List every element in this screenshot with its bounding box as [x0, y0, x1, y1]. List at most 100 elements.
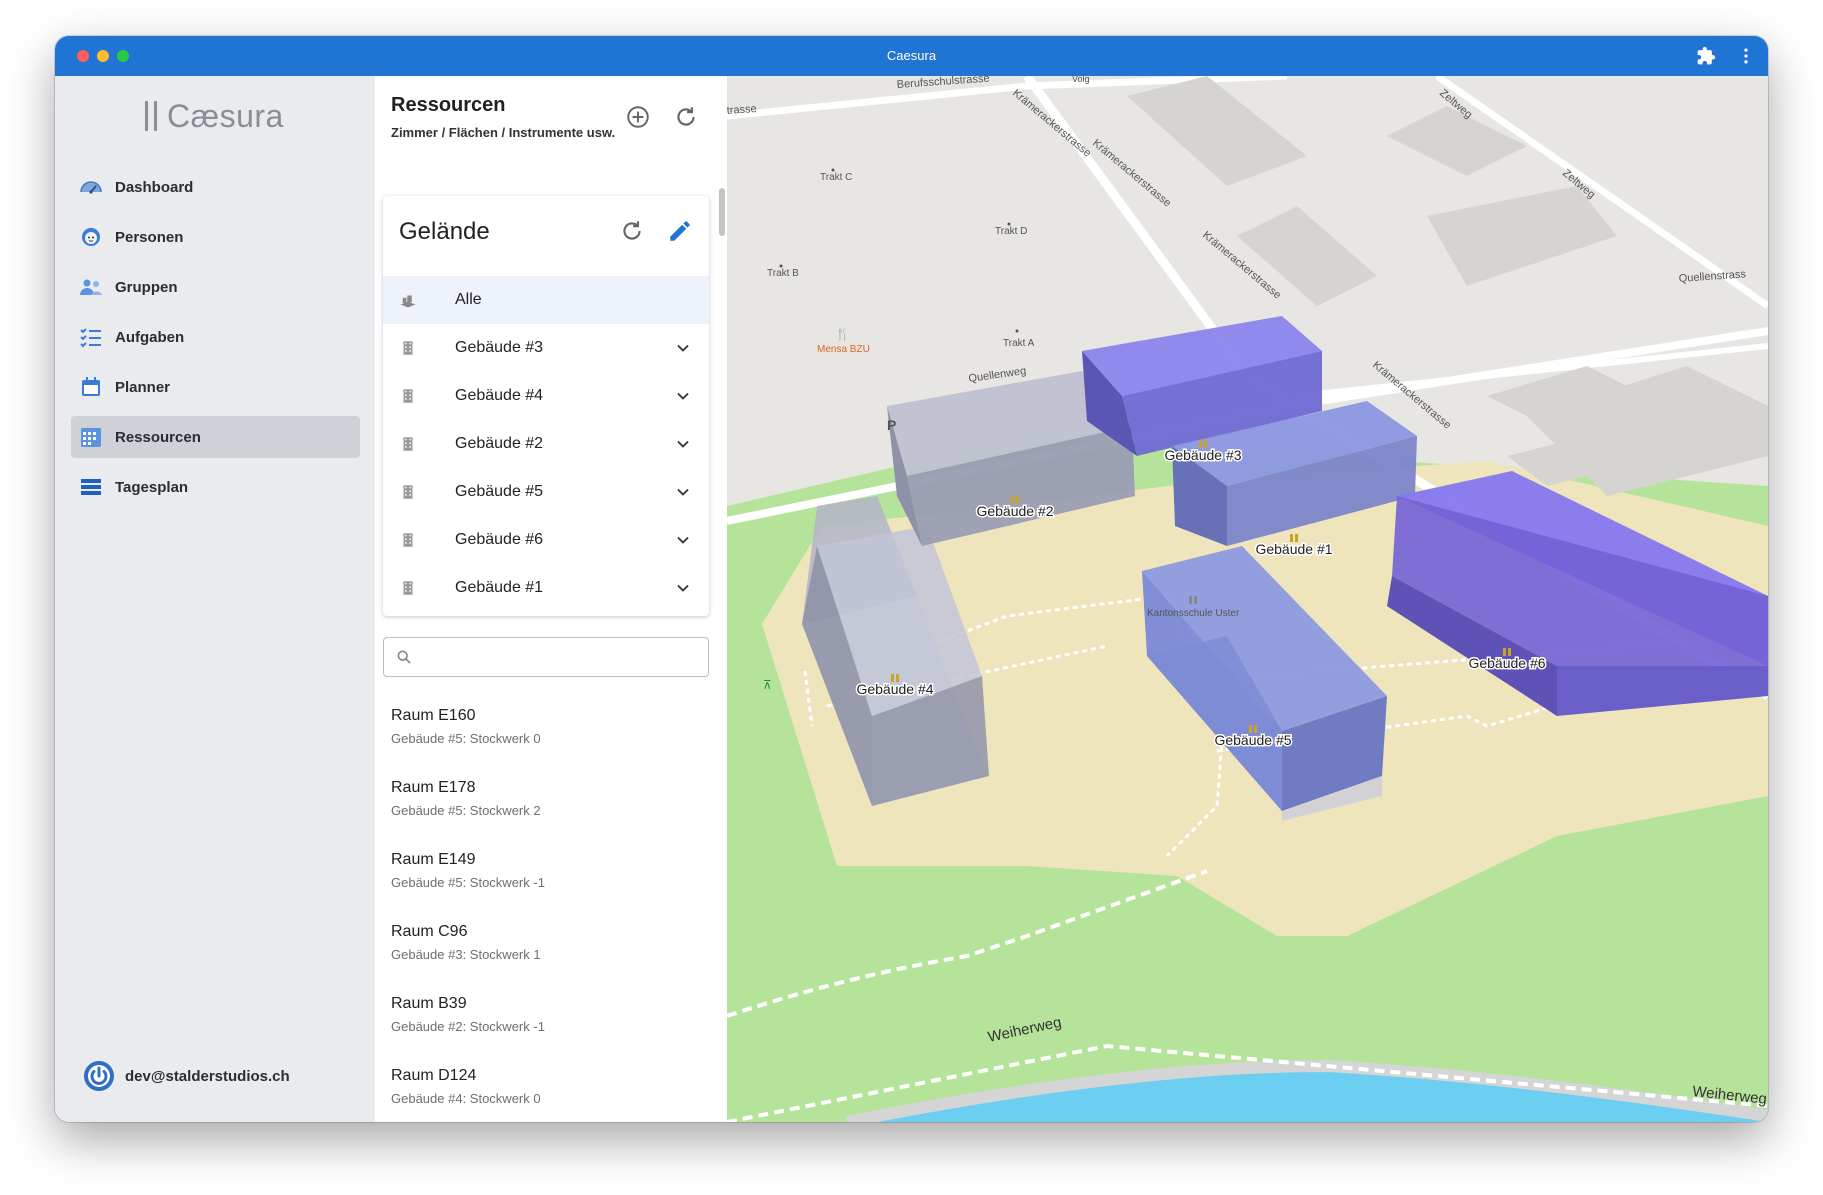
edit-site-button[interactable] [667, 218, 693, 244]
building-icon [403, 341, 413, 355]
resources-icon [81, 428, 101, 447]
refresh-resources-button[interactable] [673, 104, 699, 130]
room-name: Raum E149 [391, 851, 476, 868]
building-item-1[interactable]: Gebäude #1 [383, 564, 709, 612]
nav-item-gruppen[interactable]: Gruppen [71, 266, 360, 308]
label-building-3: Gebäude #3 [1164, 447, 1241, 463]
app-window: Caesura Cæsura Dashboard Personen Gruppe… [55, 36, 1768, 1122]
list-item[interactable]: Raum D124 Gebäude #4: Stockwerk 0 [375, 1058, 727, 1122]
poi-trakt-b: Trakt B [767, 268, 799, 279]
logo-mark [145, 101, 157, 131]
nav-label: Tagesplan [115, 478, 189, 496]
list-item[interactable]: Raum E178 Gebäude #5: Stockwerk 2 [375, 770, 727, 842]
site-title: Gelände [399, 218, 490, 245]
list-item[interactable]: Raum C96 Gebäude #3: Stockwerk 1 [375, 914, 727, 986]
room-name: Raum B39 [391, 995, 467, 1012]
building-label: Gebäude #6 [455, 531, 544, 548]
resources-panel: Ressourcen Zimmer / Flächen / Instrument… [375, 76, 728, 1122]
poi-trakt-c: Trakt C [820, 172, 852, 183]
poi-mensa: Mensa BZU [817, 344, 870, 355]
calendar-icon [82, 377, 100, 396]
building-label: Gebäude #5 [455, 483, 544, 500]
building-item-6[interactable]: Gebäude #6 [383, 516, 709, 564]
label-building-6: Gebäude #6 [1468, 655, 1545, 671]
building-label: Gebäude #1 [455, 579, 544, 596]
panel-header: Ressourcen Zimmer / Flächen / Instrument… [391, 94, 615, 140]
list-item[interactable]: Raum E160 Gebäude #5: Stockwerk 0 [375, 698, 727, 770]
window-title: Caesura [886, 48, 937, 63]
list-item[interactable]: Raum B39 Gebäude #2: Stockwerk -1 [375, 986, 727, 1058]
room-location: Gebäude #5: Stockwerk 0 [391, 731, 541, 746]
logo-text: Cæsura [167, 97, 284, 134]
map-canvas[interactable]: Berufsschulstrasse trasse Krämerackerstr… [727, 76, 1768, 1122]
room-location: Gebäude #5: Stockwerk 2 [391, 803, 541, 818]
chevron-down-icon[interactable] [673, 530, 693, 550]
chevron-down-icon[interactable] [673, 482, 693, 502]
more-vert-icon[interactable] [1736, 46, 1756, 66]
building-icon [403, 437, 413, 451]
picnic-icon: ⊼ [763, 678, 772, 692]
nav-label: Dashboard [115, 178, 194, 196]
nav-item-planner[interactable]: Planner [71, 366, 360, 408]
poi-kantonsschule: Kantonsschule Uster [1147, 608, 1240, 619]
person-icon [82, 228, 100, 246]
panel-scrollbar[interactable] [719, 188, 725, 236]
search-input[interactable] [420, 644, 694, 672]
user-account[interactable]: dev@stalderstudios.ch [83, 1060, 290, 1092]
group-icon [80, 279, 102, 295]
nav-item-ressourcen[interactable]: Ressourcen [71, 416, 360, 458]
nav-label: Ressourcen [115, 428, 201, 446]
list-item[interactable]: Raum E149 Gebäude #5: Stockwerk -1 [375, 842, 727, 914]
room-search[interactable] [383, 637, 709, 677]
user-email: dev@stalderstudios.ch [125, 1067, 290, 1085]
label-building-4: Gebäude #4 [856, 681, 933, 697]
street-trasse: trasse [727, 103, 757, 117]
building-item-3[interactable]: Gebäude #3 [383, 324, 709, 372]
dayplan-icon [81, 479, 101, 495]
nav-item-tagesplan[interactable]: Tagesplan [71, 466, 360, 508]
building-item-5[interactable]: Gebäude #5 [383, 468, 709, 516]
street-volg: Volg [1072, 76, 1090, 84]
nav-label: Planner [115, 378, 171, 396]
room-name: Raum C96 [391, 923, 468, 940]
nav-item-dashboard[interactable]: Dashboard [71, 166, 360, 208]
restaurant-icon: 🍴 [835, 327, 850, 341]
poi-trakt-d: Trakt D [995, 226, 1027, 237]
search-icon [397, 650, 411, 664]
chevron-down-icon[interactable] [673, 578, 693, 598]
room-location: Gebäude #5: Stockwerk -1 [391, 875, 545, 890]
building-icon [403, 389, 413, 403]
refresh-site-button[interactable] [619, 218, 645, 244]
building-item-4[interactable]: Gebäude #4 [383, 372, 709, 420]
site-icon [400, 295, 416, 308]
chevron-down-icon[interactable] [673, 338, 693, 358]
building-list: Alle Gebäude #3 Gebäude #4 Gebäude #2 Ge… [383, 276, 709, 612]
building-item-2[interactable]: Gebäude #2 [383, 420, 709, 468]
dashboard-icon [80, 181, 102, 194]
extension-icon[interactable] [1696, 46, 1716, 66]
power-icon [84, 1061, 114, 1091]
campus-map[interactable]: Berufsschulstrasse trasse Krämerackerstr… [727, 76, 1768, 1122]
main-nav: Dashboard Personen Gruppen Aufgaben Plan… [71, 166, 360, 516]
checklist-icon [80, 328, 101, 348]
poi-parking: P [887, 417, 896, 433]
app-logo[interactable]: Cæsura [145, 94, 284, 138]
page-subtitle: Zimmer / Flächen / Instrumente usw. [391, 125, 616, 140]
site-card: Gelände Alle Gebäude #3 Gebäude #4 Gebäu… [383, 196, 709, 616]
chevron-down-icon[interactable] [673, 434, 693, 454]
building-label: Gebäude #4 [455, 387, 544, 404]
nav-label: Aufgaben [115, 328, 185, 346]
room-list: Raum E160 Gebäude #5: Stockwerk 0 Raum E… [375, 698, 727, 1122]
add-resource-button[interactable] [625, 104, 651, 130]
room-name: Raum E178 [391, 779, 476, 796]
nav-item-aufgaben[interactable]: Aufgaben [71, 316, 360, 358]
nav-label: Personen [115, 228, 184, 246]
nav-label: Gruppen [115, 278, 178, 296]
chevron-down-icon[interactable] [673, 386, 693, 406]
room-location: Gebäude #3: Stockwerk 1 [391, 947, 541, 962]
building-label: Gebäude #3 [455, 339, 544, 356]
site-item-alle[interactable]: Alle [383, 276, 709, 324]
site-item-label: Alle [455, 291, 482, 308]
nav-item-personen[interactable]: Personen [71, 216, 360, 258]
label-building-5: Gebäude #5 [1214, 732, 1291, 748]
